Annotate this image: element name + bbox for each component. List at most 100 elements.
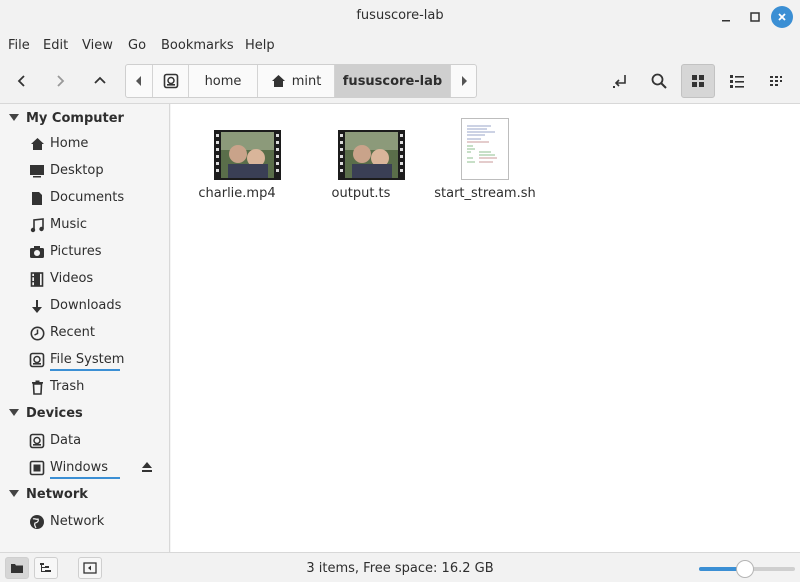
desktop-icon bbox=[29, 163, 45, 179]
search-button[interactable] bbox=[642, 64, 676, 98]
return-arrow-icon bbox=[613, 75, 626, 88]
sidebar-item-data[interactable]: Data bbox=[0, 429, 170, 453]
breadcrumb-current-label: fususcore-lab bbox=[342, 73, 443, 89]
close-icon bbox=[778, 13, 786, 21]
close-button[interactable] bbox=[771, 6, 793, 28]
file-name: start_stream.sh bbox=[434, 186, 536, 201]
section-label: My Computer bbox=[26, 111, 124, 126]
sidebar-item-label: Downloads bbox=[50, 298, 122, 313]
sidebar-item-label: Network bbox=[50, 514, 105, 529]
clock-icon bbox=[29, 325, 45, 341]
sidebar-item-videos[interactable]: Videos bbox=[0, 267, 170, 291]
home-icon bbox=[29, 136, 45, 152]
breadcrumb: home mint fususcore-lab bbox=[125, 64, 477, 98]
sidebar-item-label: Trash bbox=[50, 379, 85, 394]
window-title: fususcore-lab bbox=[356, 8, 444, 23]
sidebar-item-recent[interactable]: Recent bbox=[0, 321, 170, 345]
list-view-button[interactable] bbox=[720, 64, 754, 98]
menu-edit[interactable]: Edit bbox=[43, 38, 68, 53]
location-toggle-button[interactable] bbox=[603, 64, 637, 98]
file-item[interactable]: start_stream.sh bbox=[430, 116, 540, 206]
grid-icon bbox=[692, 75, 704, 87]
breadcrumb-mint[interactable]: mint bbox=[258, 65, 335, 97]
sidebar-item-home[interactable]: Home bbox=[0, 132, 170, 156]
expander-icon bbox=[9, 114, 19, 121]
zoom-slider[interactable] bbox=[699, 560, 795, 578]
sidebar-item-network[interactable]: Network bbox=[0, 510, 170, 534]
title-bar: fususcore-lab bbox=[0, 0, 800, 34]
expander-icon bbox=[9, 490, 19, 497]
drive-icon bbox=[163, 73, 178, 89]
trash-icon bbox=[29, 379, 45, 395]
globe-icon bbox=[29, 514, 45, 530]
icon-view-button[interactable] bbox=[681, 64, 715, 98]
list-icon bbox=[730, 75, 744, 88]
script-file-icon bbox=[461, 118, 509, 180]
sidebar-item-desktop[interactable]: Desktop bbox=[0, 159, 170, 183]
eject-icon[interactable] bbox=[141, 461, 153, 477]
sidebar-section-network[interactable]: Network bbox=[0, 484, 170, 506]
expander-icon bbox=[9, 409, 19, 416]
file-name: charlie.mp4 bbox=[198, 186, 276, 201]
menu-bar: File Edit View Go Bookmarks Help bbox=[0, 34, 800, 58]
sidebar-item-file-system[interactable]: File System bbox=[0, 348, 170, 372]
sidebar-item-label: Videos bbox=[50, 271, 94, 286]
minimize-icon bbox=[722, 20, 730, 22]
sidebar-item-label: Recent bbox=[50, 325, 95, 340]
sidebar-item-label: File System bbox=[50, 352, 125, 367]
forward-button[interactable] bbox=[46, 67, 74, 95]
menu-bookmarks[interactable]: Bookmarks bbox=[161, 38, 234, 53]
sidebar-item-trash[interactable]: Trash bbox=[0, 375, 170, 399]
menu-view[interactable]: View bbox=[82, 38, 113, 53]
chevron-right-icon bbox=[57, 75, 65, 87]
file-view[interactable]: charlie.mp4 output.ts start_stream.sh bbox=[171, 104, 800, 552]
file-name: output.ts bbox=[331, 186, 391, 201]
maximize-button[interactable] bbox=[744, 6, 766, 28]
minimize-button[interactable] bbox=[715, 6, 737, 28]
status-bar: 3 items, Free space: 16.2 GB bbox=[0, 552, 800, 582]
breadcrumb-scroll-right[interactable] bbox=[451, 65, 476, 97]
menu-file[interactable]: File bbox=[8, 38, 30, 53]
drive-icon bbox=[29, 352, 45, 368]
compact-view-button[interactable] bbox=[759, 64, 793, 98]
download-icon bbox=[29, 298, 45, 314]
section-label: Devices bbox=[26, 406, 83, 421]
sidebar-item-pictures[interactable]: Pictures bbox=[0, 240, 170, 264]
caret-right-icon bbox=[461, 76, 467, 86]
breadcrumb-home[interactable]: home bbox=[189, 65, 258, 97]
breadcrumb-current[interactable]: fususcore-lab bbox=[335, 65, 451, 97]
sidebar-section-devices[interactable]: Devices bbox=[0, 403, 170, 425]
caret-left-icon bbox=[136, 76, 141, 86]
breadcrumb-mint-label: mint bbox=[291, 73, 322, 89]
breadcrumb-home-label: home bbox=[204, 73, 242, 89]
sidebar-item-label: Home bbox=[50, 136, 89, 151]
menu-help[interactable]: Help bbox=[245, 38, 275, 53]
video-thumbnail bbox=[338, 130, 405, 180]
music-icon bbox=[29, 217, 45, 233]
breadcrumb-root[interactable] bbox=[153, 65, 189, 97]
sidebar-item-windows[interactable]: Windows bbox=[0, 456, 170, 480]
file-item[interactable]: charlie.mp4 bbox=[182, 116, 292, 206]
sidebar-item-music[interactable]: Music bbox=[0, 213, 170, 237]
sidebar-item-downloads[interactable]: Downloads bbox=[0, 294, 170, 318]
file-item[interactable]: output.ts bbox=[306, 116, 416, 206]
chip-icon bbox=[29, 460, 45, 476]
back-button[interactable] bbox=[8, 67, 36, 95]
sidebar-item-label: Windows bbox=[50, 460, 109, 475]
sidebar-item-label: Pictures bbox=[50, 244, 102, 259]
maximize-icon bbox=[750, 12, 760, 22]
sidebar-section-my-computer[interactable]: My Computer bbox=[0, 108, 170, 130]
document-icon bbox=[29, 190, 45, 206]
menu-go[interactable]: Go bbox=[128, 38, 146, 53]
sidebar: My Computer Home Desktop Documents Music… bbox=[0, 104, 170, 552]
drive-icon bbox=[29, 433, 45, 449]
chevron-left-icon bbox=[17, 75, 25, 87]
sidebar-item-documents[interactable]: Documents bbox=[0, 186, 170, 210]
sidebar-item-label: Documents bbox=[50, 190, 125, 205]
breadcrumb-scroll-left[interactable] bbox=[126, 65, 153, 97]
search-icon bbox=[651, 73, 667, 89]
zoom-slider-handle[interactable] bbox=[736, 560, 755, 578]
up-button[interactable] bbox=[86, 67, 114, 95]
status-text: 3 items, Free space: 16.2 GB bbox=[306, 561, 494, 576]
home-icon bbox=[271, 75, 285, 87]
